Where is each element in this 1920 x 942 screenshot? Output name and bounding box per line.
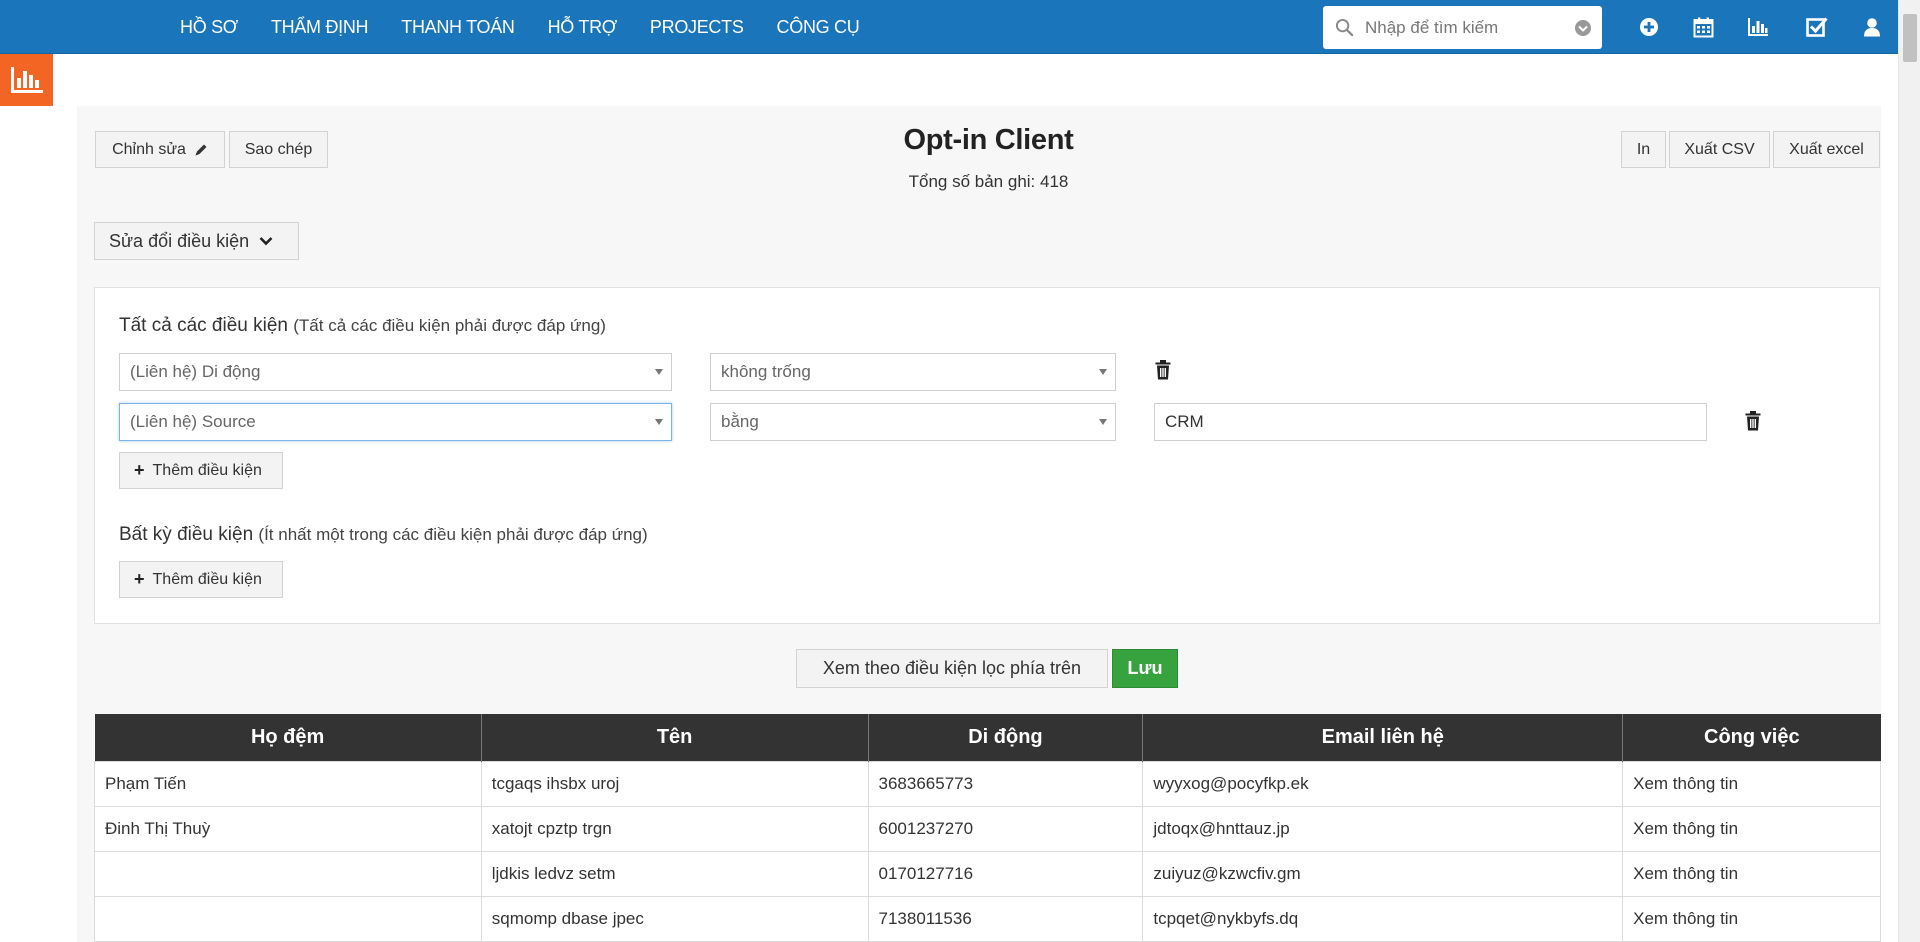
any-conditions-heading: Bất kỳ điều kiện (Ít nhất một trong các …: [119, 524, 648, 546]
plus-circle-icon[interactable]: [1636, 14, 1662, 40]
cell-di-dong: 3683665773: [867, 760, 1144, 807]
export-excel-label: Xuất excel: [1789, 140, 1864, 158]
cell-ho-dem: [94, 850, 482, 897]
condition-1-field-select[interactable]: (Liên hệ) Di động: [119, 353, 672, 391]
nav-item-tham-dinh[interactable]: THẨM ĐỊNH: [271, 17, 369, 38]
trash-icon[interactable]: [1745, 411, 1763, 433]
table-row: sqmomp dbase jpec 7138011536 tcpqet@nykb…: [94, 895, 1881, 942]
cell-email: jdtoqx@hnttauz.jp: [1142, 805, 1624, 852]
print-button[interactable]: In: [1621, 131, 1666, 168]
conditions-box: [94, 287, 1880, 624]
condition-2-operator-value: bằng: [721, 412, 759, 431]
nav-item-projects[interactable]: PROJECTS: [650, 17, 744, 38]
add-any-condition-label: Thêm điều kiện: [152, 570, 262, 588]
trash-icon[interactable]: [1155, 360, 1173, 382]
chevron-down-circle-icon[interactable]: [1574, 19, 1592, 42]
add-all-condition-label: Thêm điều kiện: [152, 461, 262, 479]
cell-ten: tcgaqs ihsbx uroj: [480, 760, 869, 807]
condition-1-operator-value: không trống: [721, 362, 811, 381]
condition-2-field-select[interactable]: (Liên hệ) Source: [119, 403, 672, 441]
cell-email: zuiyuz@kzwcfiv.gm: [1142, 850, 1624, 897]
condition-1-field-value: (Liên hệ) Di động: [130, 362, 261, 381]
table-row: ljdkis ledvz setm 0170127716 zuiyuz@kzwc…: [94, 850, 1881, 897]
print-button-label: In: [1636, 140, 1651, 158]
column-header-ho-dem[interactable]: Họ đệm: [94, 714, 482, 761]
cell-email: tcpqet@nykbyfs.dq: [1142, 895, 1624, 942]
search-input[interactable]: [1365, 17, 1565, 38]
bar-chart-icon[interactable]: [1745, 14, 1771, 40]
plus-icon: +: [134, 460, 145, 480]
cell-ten: xatojt cpztp trgn: [480, 805, 869, 852]
condition-2-value-input[interactable]: [1154, 403, 1707, 441]
all-conditions-heading: Tất cả các điều kiện (Tất cả các điều ki…: [119, 315, 606, 337]
nav-item-ho-so[interactable]: HỒ SƠ: [180, 17, 238, 38]
pencil-icon: [194, 143, 208, 157]
cell-ho-dem: Phạm Tiến: [94, 760, 482, 807]
cell-di-dong: 0170127716: [867, 850, 1144, 897]
chevron-down-icon: [259, 236, 273, 246]
main-menu: HỒ SƠ THẨM ĐỊNH THANH TOÁN HỖ TRỢ PROJEC…: [180, 0, 892, 54]
copy-button-label: Sao chép: [244, 140, 313, 158]
cell-email: wyyxog@pocyfkp.ek: [1142, 760, 1624, 807]
user-icon[interactable]: [1859, 14, 1885, 40]
view-info-link[interactable]: Xem thông tin: [1622, 895, 1881, 942]
nav-item-thanh-toan[interactable]: THANH TOÁN: [401, 17, 515, 38]
save-button-label: Lưu: [1127, 658, 1163, 678]
modify-conditions-toggle[interactable]: Sửa đổi điều kiện: [94, 222, 299, 260]
edit-button[interactable]: Chỉnh sửa: [95, 131, 225, 168]
page-title: Opt-in Client: [903, 124, 1074, 156]
caret-down-icon: [1099, 419, 1107, 425]
any-conditions-hint: (Ít nhất một trong các điều kiện phải đư…: [258, 525, 648, 544]
all-conditions-hint: (Tất cả các điều kiện phải được đáp ứng): [293, 316, 606, 335]
caret-down-icon: [1099, 369, 1107, 375]
apply-filter-button[interactable]: Xem theo điều kiện lọc phía trên: [796, 649, 1108, 688]
copy-button[interactable]: Sao chép: [229, 131, 328, 168]
report-chart-icon[interactable]: [0, 54, 53, 106]
cell-ten: sqmomp dbase jpec: [480, 895, 869, 942]
results-table: Họ đệm Tên Di động Email liên hệ Công vi…: [94, 714, 1881, 942]
calendar-icon[interactable]: [1690, 14, 1716, 40]
global-search: [1323, 6, 1602, 49]
edit-button-label: Chỉnh sửa: [112, 140, 186, 158]
vertical-scrollbar[interactable]: [1898, 0, 1920, 942]
record-count: Tổng số bản ghi: 418: [908, 172, 1069, 191]
condition-2-field-value: (Liên hệ) Source: [130, 412, 256, 431]
scrollbar-thumb[interactable]: [1903, 14, 1917, 62]
nav-item-cong-cu[interactable]: CÔNG CỤ: [777, 17, 860, 38]
column-header-email[interactable]: Email liên hệ: [1142, 714, 1624, 761]
cell-ho-dem: [94, 895, 482, 942]
caret-down-icon: [655, 419, 663, 425]
caret-down-icon: [655, 369, 663, 375]
table-header-row: Họ đệm Tên Di động Email liên hệ Công vi…: [94, 714, 1881, 761]
checkbox-icon[interactable]: [1804, 14, 1830, 40]
export-excel-button[interactable]: Xuất excel: [1773, 131, 1880, 168]
column-header-cong-viec[interactable]: Công việc: [1622, 714, 1881, 761]
view-info-link[interactable]: Xem thông tin: [1622, 760, 1881, 807]
column-header-ten[interactable]: Tên: [481, 714, 869, 761]
top-navigation-bar: HỒ SƠ THẨM ĐỊNH THANH TOÁN HỖ TRỢ PROJEC…: [0, 0, 1898, 54]
cell-ten: ljdkis ledvz setm: [480, 850, 869, 897]
plus-icon: +: [134, 569, 145, 589]
column-header-di-dong[interactable]: Di động: [868, 714, 1144, 761]
modify-conditions-label: Sửa đổi điều kiện: [109, 230, 250, 251]
nav-item-ho-tro[interactable]: HỖ TRỢ: [548, 17, 618, 38]
table-row: Đinh Thị Thuỳ xatojt cpztp trgn 60012372…: [94, 805, 1881, 852]
cell-ho-dem: Đinh Thị Thuỳ: [94, 805, 482, 852]
save-button[interactable]: Lưu: [1112, 649, 1178, 688]
table-row: Phạm Tiến tcgaqs ihsbx uroj 3683665773 w…: [94, 760, 1881, 807]
all-conditions-title: Tất cả các điều kiện: [119, 315, 288, 336]
view-info-link[interactable]: Xem thông tin: [1622, 805, 1881, 852]
cell-di-dong: 6001237270: [867, 805, 1144, 852]
cell-di-dong: 7138011536: [867, 895, 1144, 942]
export-csv-button[interactable]: Xuất CSV: [1669, 131, 1770, 168]
apply-filter-label: Xem theo điều kiện lọc phía trên: [822, 658, 1082, 678]
export-csv-label: Xuất CSV: [1684, 140, 1755, 158]
add-all-condition-button[interactable]: + Thêm điều kiện: [119, 452, 283, 489]
add-any-condition-button[interactable]: + Thêm điều kiện: [119, 561, 283, 598]
view-info-link[interactable]: Xem thông tin: [1622, 850, 1881, 897]
condition-1-operator-select[interactable]: không trống: [710, 353, 1116, 391]
condition-2-operator-select[interactable]: bằng: [710, 403, 1116, 441]
search-icon: [1335, 18, 1354, 42]
any-conditions-title: Bất kỳ điều kiện: [119, 524, 254, 545]
